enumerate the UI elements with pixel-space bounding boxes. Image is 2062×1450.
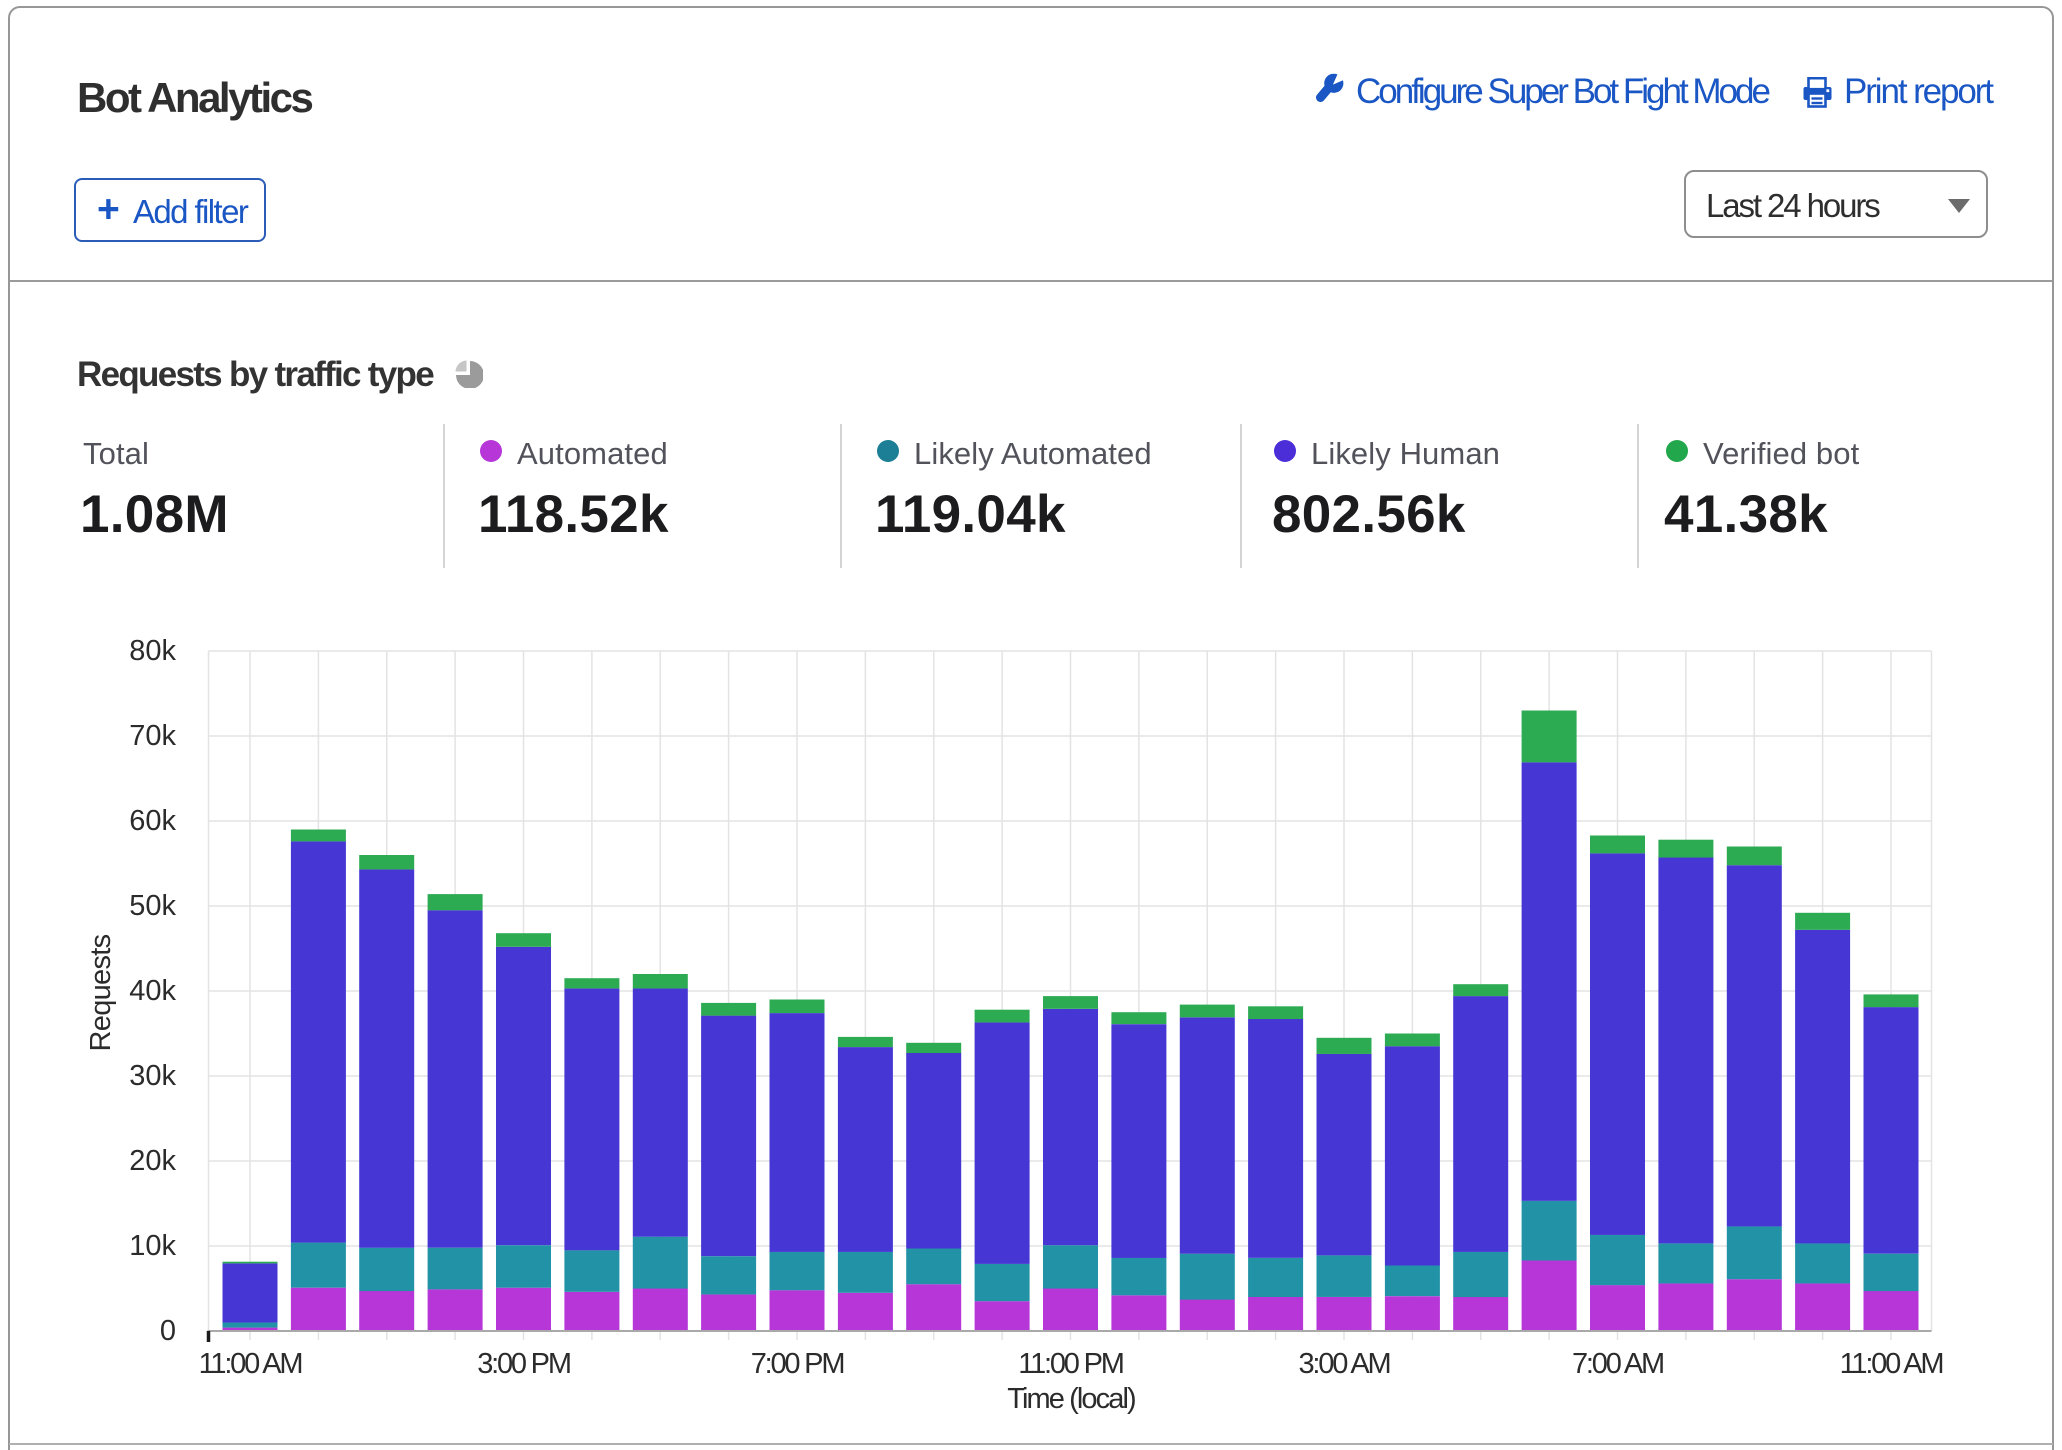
svg-text:50k: 50k: [129, 890, 176, 922]
svg-text:20k: 20k: [129, 1145, 176, 1177]
svg-text:40k: 40k: [129, 975, 176, 1007]
svg-text:7:00 AM: 7:00 AM: [1572, 1348, 1663, 1380]
svg-text:11:00 AM: 11:00 AM: [199, 1348, 302, 1380]
svg-text:7:00 PM: 7:00 PM: [751, 1348, 844, 1380]
svg-text:10k: 10k: [129, 1230, 176, 1262]
svg-text:Requests: Requests: [85, 934, 117, 1051]
svg-text:3:00 AM: 3:00 AM: [1299, 1348, 1390, 1380]
svg-text:60k: 60k: [129, 805, 176, 837]
svg-text:80k: 80k: [129, 635, 176, 667]
svg-text:70k: 70k: [129, 720, 176, 752]
svg-text:0: 0: [160, 1315, 176, 1347]
svg-text:11:00 PM: 11:00 PM: [1018, 1348, 1122, 1380]
svg-text:30k: 30k: [129, 1060, 176, 1092]
svg-text:Time (local): Time (local): [1007, 1383, 1135, 1415]
svg-text:3:00 PM: 3:00 PM: [477, 1348, 570, 1380]
svg-text:11:00 AM: 11:00 AM: [1840, 1348, 1943, 1380]
